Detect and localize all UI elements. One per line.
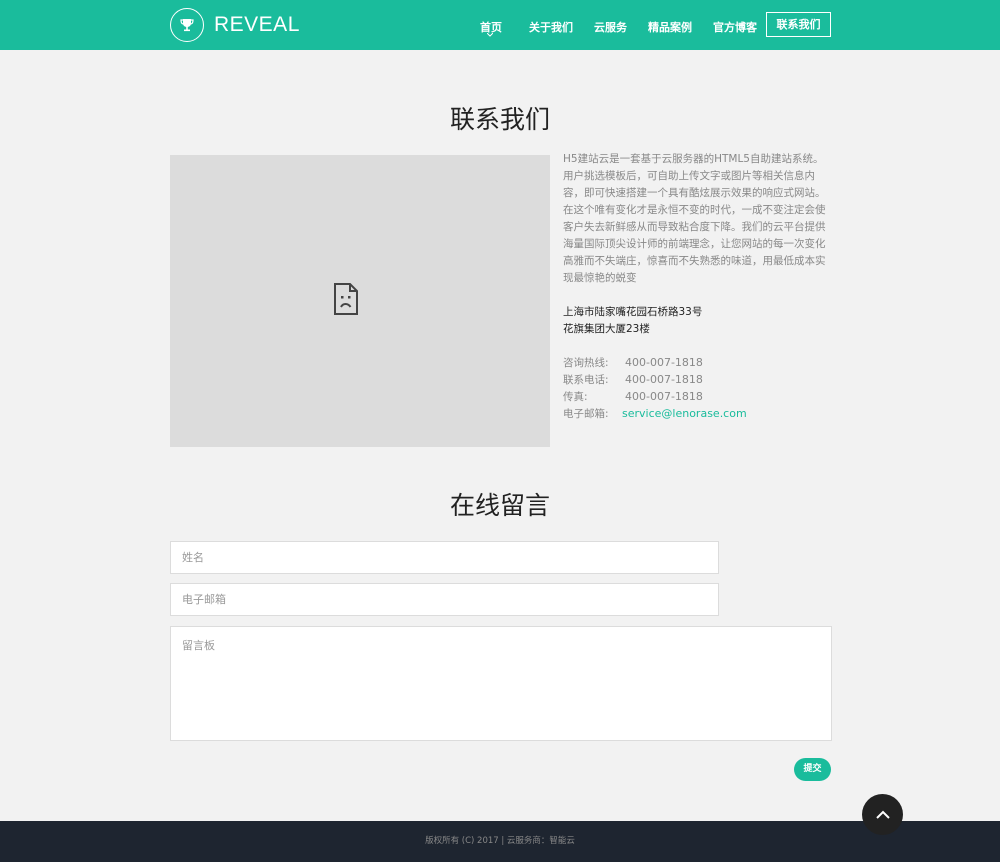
nav-item-cases[interactable]: 精品案例 [648, 19, 692, 35]
address-line: 上海市陆家嘴花园石桥路33号 [563, 306, 703, 318]
contact-description: H5建站云是一套基于云服务器的HTML5自助建站系统。用户挑选模板后，可自助上传… [563, 153, 826, 284]
trophy-icon [170, 8, 204, 42]
message-form-title: 在线留言 [449, 491, 550, 520]
copyright-text: 版权所有 (C) 2017 | 云服务商：智能云 [425, 836, 575, 846]
contact-label: 电子邮箱: [563, 408, 609, 420]
chevron-down-icon [487, 33, 493, 37]
contact-label: 咨询热线: [563, 357, 609, 369]
email-input[interactable]: 电子邮箱 [170, 583, 719, 616]
contact-value: 400-007-1818 [625, 373, 703, 386]
nav-item-about[interactable]: 关于我们 [529, 19, 573, 35]
contact-title: 联系我们 [449, 105, 550, 134]
nav-contact-button[interactable]: 联系我们 [766, 12, 831, 37]
contact-address: 上海市陆家嘴花园石桥路33号 花旗集团大厦23楼 [563, 304, 702, 338]
email-link[interactable]: service@lenorase.com [622, 407, 747, 420]
contact-label: 传真: [563, 391, 588, 403]
contact-row-email: 电子邮箱: service@lenorase.com [563, 406, 747, 421]
submit-button[interactable]: 提交 [794, 758, 831, 781]
contact-row-fax: 传真: 400-007-1818 [563, 389, 703, 404]
contact-value: 400-007-1818 [625, 390, 703, 403]
site-header: REVEAL 首页 关于我们 云服务 精品案例 官方博客 联系我们 [0, 0, 1000, 50]
brand-logo[interactable]: REVEAL [170, 8, 300, 42]
address-line: 花旗集团大厦23楼 [563, 323, 650, 335]
chevron-up-icon [875, 810, 890, 819]
nav-item-cloud[interactable]: 云服务 [594, 19, 627, 35]
map-image-placeholder [170, 155, 550, 447]
contact-row-hotline: 咨询热线: 400-007-1818 [563, 355, 703, 370]
message-textarea[interactable]: 留言板 [170, 626, 832, 741]
broken-image-icon [334, 283, 358, 315]
name-input[interactable]: 姓名 [170, 541, 719, 574]
contact-label: 联系电话: [563, 374, 609, 386]
brand-name: REVEAL [214, 13, 300, 36]
contact-row-phone: 联系电话: 400-007-1818 [563, 372, 703, 387]
back-to-top-button[interactable] [862, 794, 903, 835]
site-footer: 版权所有 (C) 2017 | 云服务商：智能云 [0, 821, 1000, 862]
contact-value: 400-007-1818 [625, 356, 703, 369]
nav-item-blog[interactable]: 官方博客 [713, 19, 757, 35]
